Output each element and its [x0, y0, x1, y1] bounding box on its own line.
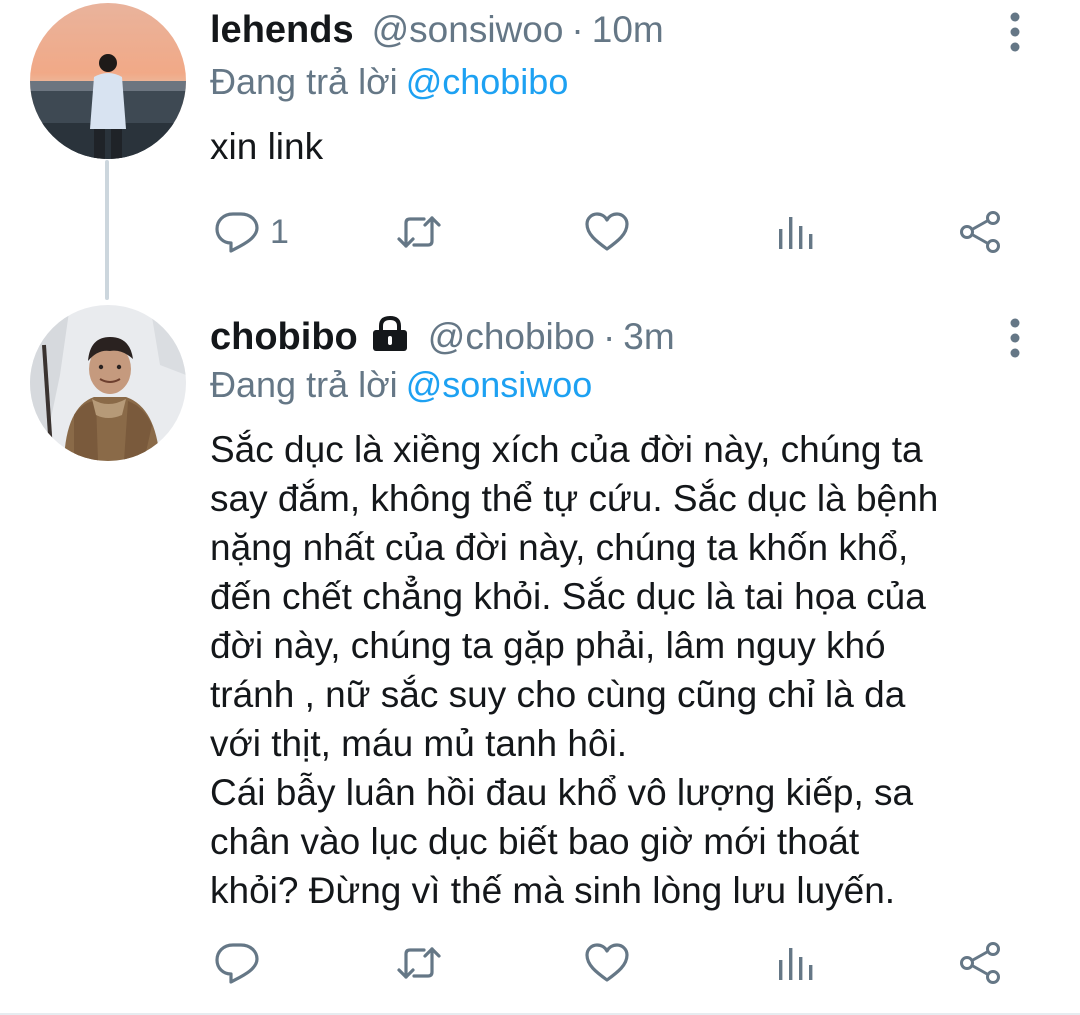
like-button[interactable]: [584, 204, 630, 260]
retweet-button[interactable]: [396, 935, 442, 991]
separator-dot: ·: [571, 9, 584, 50]
retweet-button[interactable]: [396, 204, 442, 260]
mention-link[interactable]: @sonsiwoo: [406, 364, 593, 405]
avatar-image: [30, 305, 186, 461]
share-icon: [960, 211, 1000, 253]
tweet-text: xin link: [210, 126, 324, 167]
share-button[interactable]: [958, 935, 1004, 991]
stats-icon: [779, 948, 813, 980]
user-handle[interactable]: @chobibo: [428, 315, 595, 359]
tweet-header: lehends @sonsiwoo · 10m: [210, 8, 664, 52]
tweet-actions: 1: [210, 204, 1050, 260]
avatar[interactable]: [30, 3, 186, 159]
timestamp[interactable]: 3m: [623, 315, 674, 359]
replying-to: Đang trả lời @chobibo: [210, 60, 568, 104]
mention-link[interactable]: @chobibo: [406, 61, 569, 102]
stats-icon: [779, 217, 813, 249]
tweet-text: Sắc dục là xiềng xích của đời này, chúng…: [210, 429, 939, 911]
avatar[interactable]: [30, 305, 186, 461]
retweet-icon: [397, 947, 441, 979]
tweet[interactable]: chobibo @chobibo · 3m Đang trả lời @sonsi…: [0, 300, 1080, 1015]
like-button[interactable]: [584, 935, 630, 991]
replying-to-label: Đang trả lời: [210, 364, 398, 405]
analytics-button[interactable]: [773, 935, 819, 991]
like-icon: [585, 943, 629, 982]
more-options-icon[interactable]: [1000, 2, 1030, 62]
replying-to-label: Đang trả lời: [210, 61, 398, 102]
reply-icon: [215, 212, 259, 253]
more-options-icon[interactable]: [1000, 308, 1030, 368]
display-name[interactable]: chobibo: [210, 315, 358, 359]
share-icon: [960, 942, 1000, 984]
display-name[interactable]: lehends: [210, 8, 354, 52]
tweet-thread: lehends @sonsiwoo · 10m Đang trả lời @cho…: [0, 0, 1080, 1015]
reply-button[interactable]: [214, 935, 270, 991]
replying-to: Đang trả lời @sonsiwoo: [210, 363, 592, 407]
timestamp[interactable]: 10m: [592, 8, 664, 52]
avatar-image: [30, 3, 186, 159]
analytics-button[interactable]: [773, 204, 819, 260]
tweet[interactable]: lehends @sonsiwoo · 10m Đang trả lời @cho…: [0, 0, 1080, 290]
like-icon: [585, 212, 629, 251]
separator-dot: ·: [602, 316, 616, 357]
tweet-actions: [210, 935, 1050, 991]
share-button[interactable]: [958, 204, 1004, 260]
reply-count: 1: [270, 213, 289, 251]
reply-button[interactable]: 1: [214, 204, 289, 260]
retweet-icon: [397, 216, 441, 248]
tweet-header: chobibo @chobibo · 3m: [210, 313, 675, 359]
lock-icon: [372, 316, 407, 351]
reply-icon: [215, 943, 259, 984]
user-handle[interactable]: @sonsiwoo: [372, 8, 564, 52]
